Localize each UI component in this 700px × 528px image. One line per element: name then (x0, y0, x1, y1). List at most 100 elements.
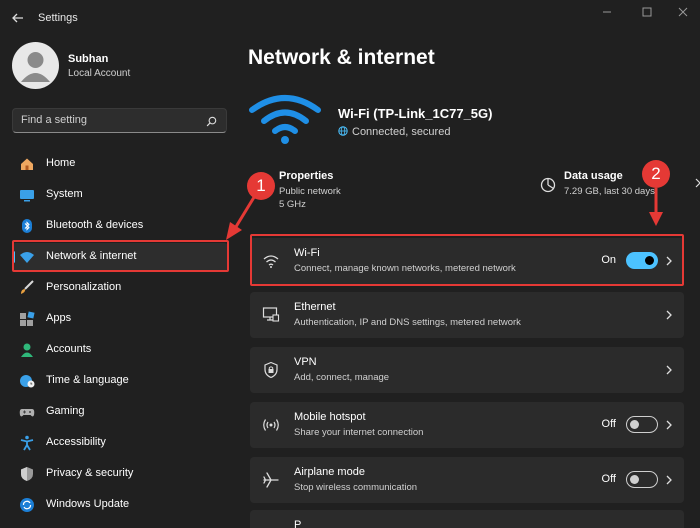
gamepad-icon (19, 409, 35, 417)
sidebar: Subhan Local Account Home System Bluetoo… (0, 36, 238, 528)
minimize-icon (603, 11, 611, 13)
user-profile[interactable]: Subhan Local Account (12, 42, 232, 90)
card-title: Mobile hotspot (294, 411, 366, 423)
hotspot-icon (263, 419, 279, 431)
toggle-knob (630, 474, 639, 484)
sidebar-item-system[interactable]: System (12, 181, 228, 209)
sidebar-item-label: Accounts (46, 343, 92, 355)
properties-link[interactable]: Properties Public network 5 GHz (248, 168, 448, 212)
card-title: Ethernet (294, 301, 336, 313)
step-badge-2: 2 (642, 160, 670, 188)
main-content: Network & internet Wi-Fi (TP-Link_1C77_5… (238, 36, 700, 528)
data-usage-link[interactable]: Data usage 7.29 GB, last 30 days (538, 168, 700, 212)
properties-title: Properties (279, 170, 334, 182)
sidebar-item-windows-update[interactable]: Windows Update (12, 491, 228, 519)
sidebar-item-label: Windows Update (46, 498, 130, 510)
shield-icon (21, 467, 33, 481)
sidebar-item-gaming[interactable]: Gaming (12, 398, 228, 426)
airplane-mode-card[interactable]: Airplane mode Stop wireless communicatio… (250, 457, 684, 503)
chevron-right-icon (666, 420, 672, 430)
globe-icon (338, 126, 348, 136)
network-band: 5 GHz (279, 199, 306, 210)
chevron-right-icon (666, 475, 672, 485)
airplane-icon (263, 472, 279, 488)
close-button[interactable] (670, 4, 696, 20)
sidebar-item-bluetooth[interactable]: Bluetooth & devices (12, 212, 228, 240)
network-profile: Public network (279, 186, 341, 197)
sidebar-item-label: Apps (46, 312, 72, 324)
sidebar-item-label: Personalization (46, 281, 122, 293)
highlight-box-network (12, 240, 229, 272)
card-title: Airplane mode (294, 466, 365, 478)
title-bar: Settings (0, 0, 700, 36)
step-arrow-2 (649, 188, 663, 226)
sidebar-item-label: System (46, 188, 83, 200)
mobile-hotspot-toggle[interactable] (626, 416, 658, 433)
chevron-right-icon (695, 178, 700, 188)
update-icon (20, 498, 34, 512)
sidebar-item-label: Gaming (46, 405, 85, 417)
home-icon (21, 158, 33, 170)
toggle-knob (630, 419, 639, 429)
close-icon (678, 7, 688, 17)
sidebar-item-label: Time & language (46, 374, 129, 386)
maximize-button[interactable] (634, 4, 660, 20)
pie-chart-icon (540, 177, 556, 193)
bluetooth-icon (22, 219, 32, 233)
chevron-right-icon (666, 310, 672, 320)
card-subtitle: Stop wireless communication (294, 482, 418, 493)
vpn-shield-icon (264, 361, 278, 379)
sidebar-item-home[interactable]: Home (12, 150, 228, 178)
sidebar-item-accounts[interactable]: Accounts (12, 336, 228, 364)
user-silhouette-icon (21, 52, 50, 82)
vpn-card[interactable]: VPN Add, connect, manage (250, 347, 684, 393)
partial-card[interactable]: P (250, 510, 684, 528)
sidebar-item-privacy[interactable]: Privacy & security (12, 460, 228, 488)
highlight-box-wifi (250, 234, 684, 286)
card-subtitle: Authentication, IP and DNS settings, met… (294, 317, 521, 328)
sidebar-item-accessibility[interactable]: Accessibility (12, 429, 228, 457)
sidebar-item-label: Privacy & security (46, 467, 134, 479)
wifi-signal-icon (249, 95, 321, 144)
card-subtitle: Share your internet connection (294, 427, 424, 438)
sidebar-item-label: Bluetooth & devices (46, 219, 144, 231)
globe-clock-icon (20, 375, 35, 388)
avatar (12, 42, 59, 89)
toggle-state-label: Off (601, 473, 616, 485)
card-subtitle: Add, connect, manage (294, 372, 390, 383)
maximize-icon (642, 7, 652, 17)
toggle-state-label: Off (601, 418, 616, 430)
search-box[interactable] (12, 108, 227, 133)
sidebar-item-label: Accessibility (46, 436, 106, 448)
card-title: P (294, 519, 302, 528)
airplane-mode-toggle[interactable] (626, 471, 658, 488)
step-arrow-1 (226, 193, 258, 240)
sidebar-item-time-language[interactable]: Time & language (12, 367, 228, 395)
mobile-hotspot-card[interactable]: Mobile hotspot Share your internet conne… (250, 402, 684, 448)
data-usage-detail: 7.29 GB, last 30 days (564, 186, 655, 197)
network-status-row: Connected, secured (338, 126, 450, 138)
user-name: Subhan (68, 53, 109, 65)
card-title: VPN (294, 356, 317, 368)
window-title: Settings (38, 12, 78, 24)
back-arrow-icon[interactable] (10, 10, 26, 26)
ethernet-icon (262, 307, 280, 322)
page-title: Network & internet (248, 46, 435, 69)
sidebar-item-apps[interactable]: Apps (12, 305, 228, 333)
search-input[interactable] (21, 114, 191, 126)
network-name: Wi-Fi (TP-Link_1C77_5G) (338, 106, 493, 121)
account-type: Local Account (68, 68, 131, 79)
brush-icon (21, 280, 34, 294)
system-icon (20, 190, 34, 202)
accessibility-icon (20, 435, 34, 451)
apps-icon (20, 311, 35, 326)
minimize-button[interactable] (594, 4, 620, 20)
sidebar-item-personalization[interactable]: Personalization (12, 274, 228, 302)
search-icon[interactable] (206, 116, 217, 127)
sidebar-item-label: Home (46, 157, 76, 169)
chevron-right-icon (666, 365, 672, 375)
accounts-icon (21, 343, 33, 357)
ethernet-card[interactable]: Ethernet Authentication, IP and DNS sett… (250, 292, 684, 338)
data-usage-title: Data usage (564, 170, 623, 182)
network-status: Connected, secured (352, 126, 451, 138)
